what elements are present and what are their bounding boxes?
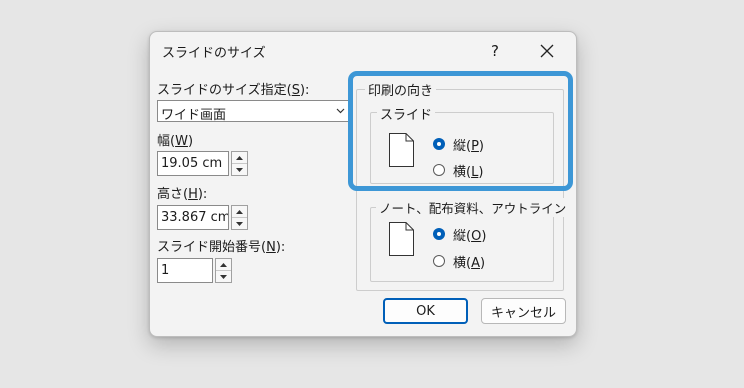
ok-button[interactable]: OK (383, 298, 468, 324)
start-number-decrement-button[interactable] (216, 271, 231, 282)
slides-landscape-label: 横(L) (453, 164, 484, 180)
width-decrement-button[interactable] (232, 164, 247, 175)
start-number-label: スライド開始番号(N): (157, 240, 286, 255)
help-button[interactable]: ? (482, 38, 508, 64)
chevron-up-icon (236, 155, 243, 160)
chevron-down-icon (236, 221, 243, 226)
portrait-page-icon (389, 222, 414, 256)
orientation-group-title: 印刷の向き (365, 80, 437, 99)
slide-size-select[interactable]: ワイド画面 (157, 100, 349, 123)
slide-size-value: ワイド画面 (161, 108, 227, 123)
radio-unselected-icon (433, 164, 445, 176)
height-decrement-button[interactable] (232, 218, 247, 229)
notes-group-title: ノート、配布資料、アウトライン (376, 198, 570, 217)
slide-size-dialog: スライドのサイズ ? スライドのサイズ指定(S): ワイド画面 幅(W) 19.… (149, 31, 577, 337)
chevron-down-icon (236, 167, 243, 172)
radio-unselected-icon (433, 255, 445, 267)
chevron-up-icon (220, 262, 227, 267)
chevron-down-icon (333, 102, 347, 120)
start-number-spinner: 1 (157, 258, 232, 283)
title-bar: スライドのサイズ ? (150, 32, 576, 68)
width-increment-button[interactable] (232, 152, 247, 164)
height-input[interactable]: 33.867 cm (157, 205, 229, 230)
slide-size-label: スライドのサイズ指定(S): (157, 83, 310, 98)
height-label: 高さ(H): (157, 187, 208, 202)
chevron-down-icon (220, 274, 227, 279)
slides-group-title: スライド (377, 104, 436, 123)
notes-landscape-radio[interactable]: 横(A) (433, 252, 486, 271)
notes-landscape-label: 横(A) (453, 255, 486, 271)
height-increment-button[interactable] (232, 206, 247, 218)
portrait-page-icon (389, 133, 414, 167)
height-spinner: 33.867 cm (157, 205, 248, 230)
slides-portrait-radio[interactable]: 縦(P) (433, 135, 484, 154)
notes-portrait-label: 縦(O) (453, 228, 487, 244)
start-number-increment-button[interactable] (216, 259, 231, 271)
start-number-input[interactable]: 1 (157, 258, 213, 283)
cancel-button[interactable]: キャンセル (481, 298, 566, 324)
radio-selected-icon (433, 138, 445, 150)
dialog-title: スライドのサイズ (162, 46, 266, 61)
width-label: 幅(W) (157, 134, 194, 149)
close-button[interactable] (534, 38, 560, 64)
width-spinner: 19.05 cm (157, 151, 248, 176)
slides-landscape-radio[interactable]: 横(L) (433, 161, 484, 180)
radio-selected-icon (433, 228, 445, 240)
chevron-up-icon (236, 209, 243, 214)
width-input[interactable]: 19.05 cm (157, 151, 229, 176)
close-icon (540, 44, 554, 58)
notes-portrait-radio[interactable]: 縦(O) (433, 225, 487, 244)
slides-portrait-label: 縦(P) (453, 138, 484, 154)
